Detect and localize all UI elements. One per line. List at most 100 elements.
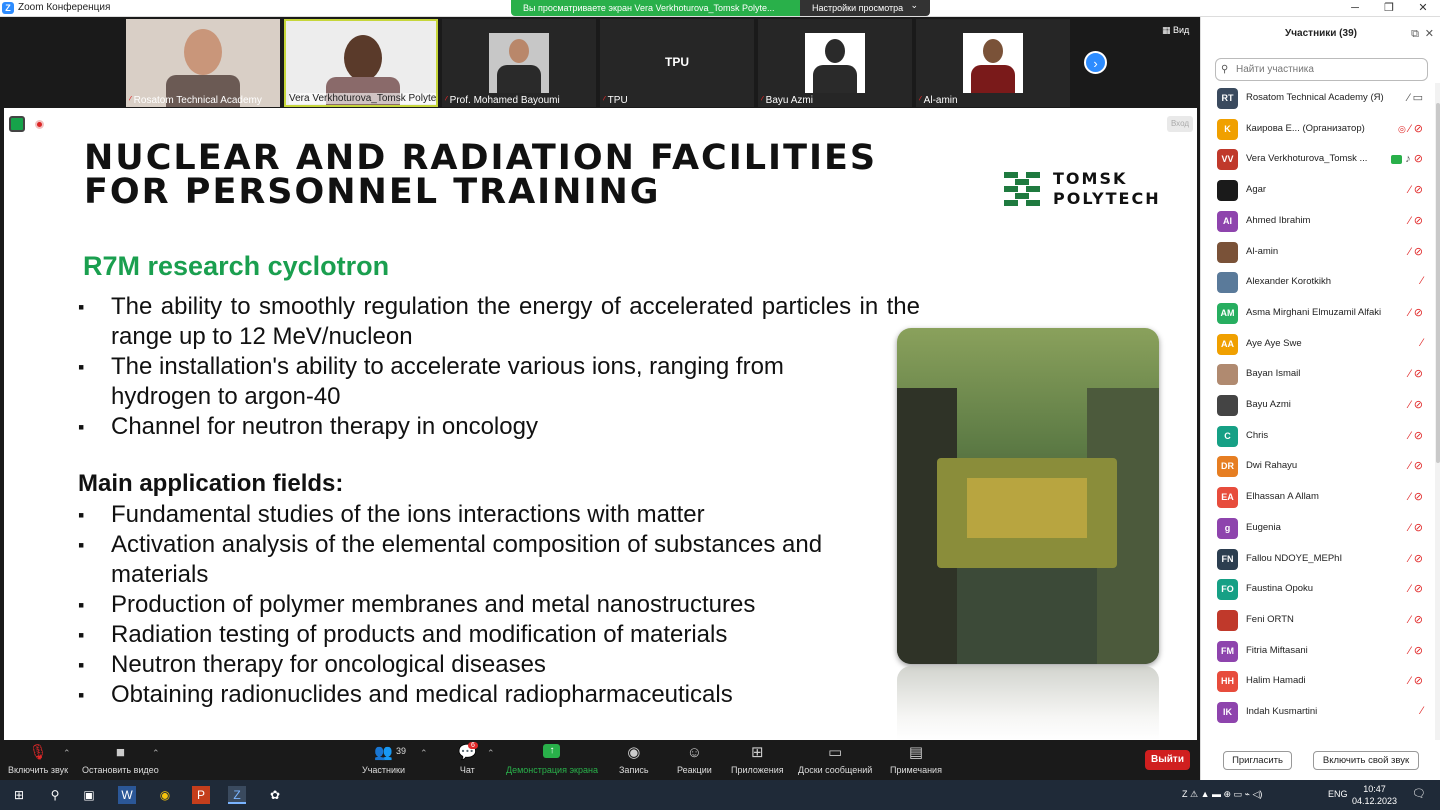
participant-row[interactable]: g Eugenia ⁄ ⊘ — [1201, 513, 1435, 544]
enter-button[interactable]: Вход — [1167, 116, 1193, 132]
participant-row[interactable]: Bayu Azmi ⁄ ⊘ — [1201, 390, 1435, 421]
participant-status-icons: ♪ ⊘ — [1391, 152, 1423, 165]
camera-off-icon: ⊘ — [1413, 460, 1423, 473]
participants-button[interactable]: 👥 39 Участники — [362, 744, 406, 775]
next-page-arrow-icon[interactable]: › — [1084, 51, 1107, 74]
whiteboards-button[interactable]: ▭ Доски сообщений — [798, 744, 872, 775]
whiteboard-icon: ▭ — [828, 744, 843, 761]
close-panel-icon[interactable]: ✕ — [1425, 17, 1434, 51]
camera-off-icon: ⊘ — [1413, 399, 1423, 411]
avatar: HH — [1217, 671, 1238, 693]
participant-name: Каирова Е... (Организатор) — [1246, 122, 1365, 134]
audio-options-chevron-icon[interactable]: ⌃ — [63, 748, 71, 759]
stop-video-button[interactable]: ■ Остановить видео — [82, 744, 159, 775]
security-shield-icon[interactable] — [9, 116, 25, 132]
participant-row[interactable]: Agar ⁄ ⊘ — [1201, 175, 1435, 206]
participant-row[interactable]: C Chris ⁄ ⊘ — [1201, 421, 1435, 452]
camera-off-icon: ⊘ — [1413, 245, 1423, 258]
video-thumbnail[interactable]: ⁄ Al-amin — [916, 19, 1070, 107]
participant-name: Al-amin — [1246, 245, 1279, 257]
view-button[interactable]: ▦ Вид — [1162, 25, 1189, 36]
participant-row[interactable]: VV Vera Verkhoturova_Tomsk ... ♪ ⊘ — [1201, 144, 1435, 175]
view-options-button[interactable]: Настройки просмотра — [800, 0, 930, 16]
participant-row[interactable]: Bayan Ismail ⁄ ⊘ — [1201, 359, 1435, 390]
applications-bullet-list: Fundamental studies of the ions interact… — [78, 500, 920, 710]
share-screen-icon: ↑ — [543, 744, 561, 758]
chat-options-chevron-icon[interactable]: ⌃ — [487, 748, 495, 759]
powerpoint-app-icon[interactable]: P — [192, 786, 210, 804]
participants-options-chevron-icon[interactable]: ⌃ — [420, 748, 428, 759]
participant-row[interactable]: AA Aye Aye Swe ⁄ — [1201, 329, 1435, 360]
video-thumbnail[interactable]: TPU ⁄ TPU — [600, 19, 754, 107]
camera-off-icon: ⊘ — [1413, 214, 1423, 227]
windows-start-icon[interactable]: ⊞ — [10, 786, 28, 804]
video-thumbnail[interactable]: ⁄ Bayu Azmi — [758, 19, 912, 107]
mic-muted-icon: ⁄ — [1408, 613, 1411, 626]
mic-muted-icon: ⁄ — [1407, 92, 1410, 104]
video-thumbnail-active-speaker[interactable]: Vera Verkhoturova_Tomsk Polyte... — [284, 19, 438, 107]
video-thumbnail[interactable]: ⁄ Rosatom Technical Academy — [126, 19, 280, 107]
avatar: AM — [1217, 302, 1238, 324]
chat-button[interactable]: 💬 6 Чат — [458, 742, 478, 775]
video-thumbnail[interactable]: ⁄ Prof. Mohamed Bayoumi — [442, 19, 596, 107]
participant-row[interactable]: AM Asma Mirghani Elmuzamil Alfaki ⁄ ⊘ — [1201, 298, 1435, 329]
notes-button[interactable]: ▤ Примечания — [890, 744, 942, 775]
participant-status-icons: ⁄ ⊘ — [1409, 183, 1423, 196]
participant-photo — [489, 33, 549, 93]
list-item: Production of polymer membranes and meta… — [78, 590, 920, 620]
participant-row[interactable]: HH Halim Hamadi ⁄ ⊘ — [1201, 666, 1435, 697]
tpu-logo-mark-icon — [1004, 172, 1040, 206]
minimize-icon[interactable]: ─ — [1338, 0, 1372, 17]
feature-bullet-list: The ability to smoothly regulation the e… — [78, 292, 920, 442]
record-icon: ◉ — [627, 744, 641, 761]
tray-icons[interactable]: Z ⚠ ▲ ▬ ⊕ ▭ ⌁ ◁) — [1182, 789, 1262, 800]
zoom-app-icon[interactable]: Z — [228, 786, 246, 804]
muted-mic-icon: ⁄ — [445, 95, 447, 106]
participant-list-scrollbar[interactable] — [1435, 83, 1440, 740]
participant-search-input[interactable]: ⚲ Найти участника — [1215, 58, 1428, 81]
participant-status-icons: ⁄ ⊘ — [1409, 674, 1423, 687]
close-icon[interactable]: ✕ — [1406, 0, 1440, 17]
maximize-icon[interactable]: ❐ — [1372, 0, 1406, 17]
share-screen-button[interactable]: ↑ Демонстрация экрана — [506, 744, 598, 775]
search-icon[interactable]: ⚲ — [46, 786, 64, 804]
leave-button[interactable]: Выйти — [1145, 750, 1190, 770]
unmute-self-button[interactable]: Включить свой звук — [1313, 751, 1419, 770]
participant-status-icons: ⁄ ⊘ — [1409, 582, 1423, 595]
invite-button[interactable]: Пригласить — [1223, 751, 1292, 770]
participant-row[interactable]: Feni ORTN ⁄ ⊘ — [1201, 605, 1435, 636]
participant-row[interactable]: DR Dwi Rahayu ⁄ ⊘ — [1201, 451, 1435, 482]
unmute-button[interactable]: 🎙 Включить звук — [8, 744, 68, 775]
task-view-icon[interactable]: ▣ — [80, 786, 98, 804]
mic-muted-icon: ⁄ — [1421, 275, 1423, 288]
participant-row[interactable]: FM Fitria Miftasani ⁄ ⊘ — [1201, 636, 1435, 667]
participant-row[interactable]: EA Elhassan A Allam ⁄ ⊘ — [1201, 482, 1435, 513]
participant-name: Faustina Opoku — [1246, 583, 1314, 595]
notifications-icon[interactable]: 🗨 — [1412, 787, 1426, 800]
popout-icon[interactable]: ⧉ — [1411, 17, 1419, 51]
tpu-logo-wordmark: TOMSK POLYTECH — [1053, 169, 1161, 208]
participant-row[interactable]: IK Indah Kusmartini ⁄ — [1201, 697, 1435, 728]
word-app-icon[interactable]: W — [118, 786, 136, 804]
participant-row[interactable]: Al-amin ⁄ ⊘ — [1201, 237, 1435, 268]
participant-row[interactable]: RT Rosatom Technical Academy (Я) ⁄ ▭ — [1201, 83, 1435, 114]
reactions-button[interactable]: ☺ Реакции — [677, 744, 712, 775]
participant-row[interactable]: AI Ahmed Ibrahim ⁄ ⊘ — [1201, 206, 1435, 237]
camera-off-icon: ⊘ — [1413, 306, 1423, 319]
chrome-app-icon[interactable]: ◉ — [156, 786, 174, 804]
participant-name: Dwi Rahayu — [1246, 460, 1298, 472]
participant-status-icons: ⁄ ⊘ — [1409, 398, 1423, 411]
apps-button[interactable]: ⊞ Приложения — [731, 744, 784, 775]
app-icon[interactable]: ✿ — [266, 786, 284, 804]
participant-status-icons: ⁄ ⊘ — [1409, 459, 1423, 472]
participant-row[interactable]: K Каирова Е... (Организатор) ◎ ⁄ ⊘ — [1201, 114, 1435, 145]
participant-row[interactable]: FO Faustina Opoku ⁄ ⊘ — [1201, 574, 1435, 605]
thumbnail-label: ⁄ Al-amin — [919, 95, 958, 106]
video-options-chevron-icon[interactable]: ⌃ — [152, 748, 160, 759]
taskbar-clock[interactable]: 10:47 04.12.2023 — [1352, 783, 1397, 807]
participant-row[interactable]: Alexander Korotkikh ⁄ — [1201, 267, 1435, 298]
input-language[interactable]: ENG — [1328, 789, 1348, 799]
participant-row[interactable]: FN Fallou NDOYE_MEPhI ⁄ ⊘ — [1201, 544, 1435, 575]
participant-status-icons: ◎ ⁄ ⊘ — [1398, 122, 1423, 135]
record-button[interactable]: ◉ Запись — [619, 744, 649, 775]
